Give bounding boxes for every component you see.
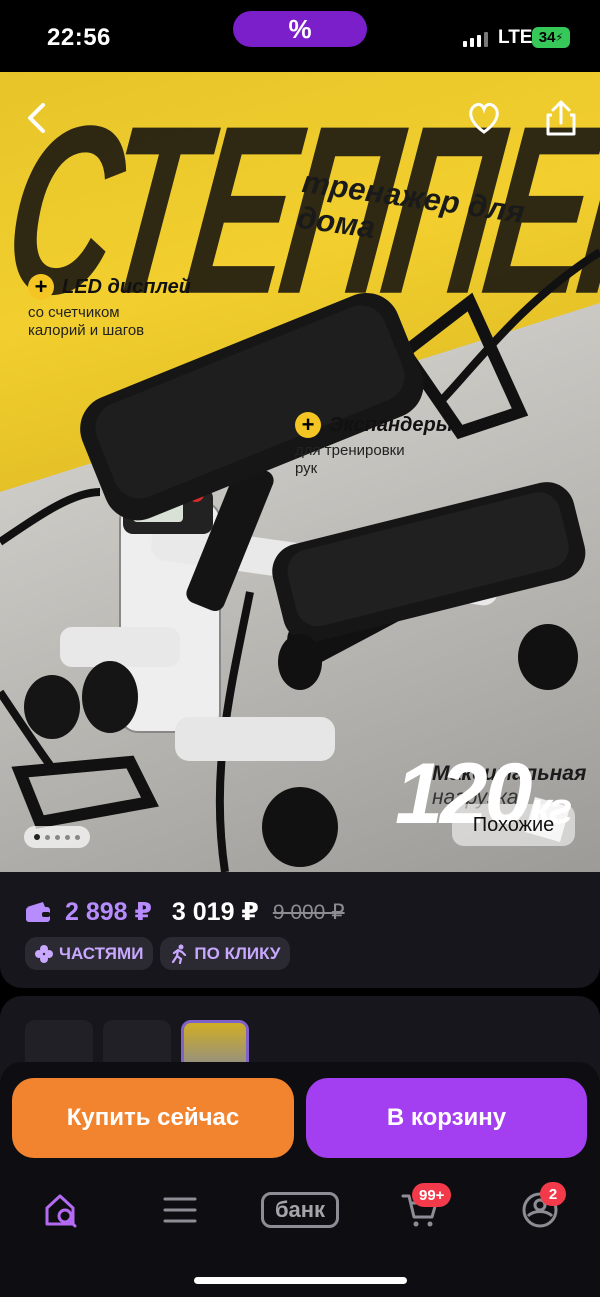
battery-icon: 34 ⚡ <box>532 27 570 48</box>
plus-icon: + <box>295 412 321 438</box>
feature-desc: для тренировки рук <box>295 442 405 477</box>
carousel-indicator <box>24 826 90 848</box>
wallet-price: 2 898 ₽ <box>65 898 152 926</box>
product-image-carousel[interactable]: СТЕППЕР тренажер для дома + LED дисплей … <box>0 72 600 872</box>
signal-icon <box>463 31 488 47</box>
old-price: 9 000 ₽ <box>272 900 345 924</box>
favorite-button[interactable] <box>460 94 508 142</box>
profile-count-badge: 2 <box>540 1182 566 1206</box>
add-to-cart-button[interactable]: В корзину <box>306 1078 587 1158</box>
price-row: 2 898 ₽ 3 019 ₽ 9 000 ₽ <box>25 897 345 927</box>
flower-icon <box>35 944 53 963</box>
current-price: 3 019 ₽ <box>171 898 259 926</box>
tab-bank[interactable]: банк <box>261 1192 339 1228</box>
home-search-icon <box>45 1194 77 1228</box>
running-person-icon <box>172 944 187 964</box>
share-button[interactable] <box>537 94 585 142</box>
menu-icon <box>163 1197 197 1223</box>
status-bar: 22:56 % LTE 34 ⚡ <box>0 0 600 72</box>
clock: 22:56 <box>47 24 111 51</box>
cart-count-badge: 99+ <box>412 1183 452 1207</box>
promo-pill[interactable]: % <box>233 11 367 47</box>
similar-button[interactable]: Похожие <box>452 804 575 846</box>
installments-badge[interactable]: ЧАСТЯМИ <box>25 937 154 970</box>
feature-title: Экспандеры <box>329 413 453 436</box>
home-indicator[interactable] <box>194 1277 407 1284</box>
tab-home[interactable] <box>40 1188 84 1232</box>
buy-now-button[interactable]: Купить сейчас <box>12 1078 294 1158</box>
heart-icon <box>469 102 499 134</box>
network-label: LTE <box>498 27 533 48</box>
plus-icon: + <box>28 274 54 300</box>
feature-expanders: + Экспандеры для тренировки рук <box>295 412 495 478</box>
chevron-left-icon <box>28 103 45 133</box>
feature-desc: со счетчиком калорий и шагов <box>28 304 145 339</box>
tab-catalog[interactable] <box>158 1188 202 1232</box>
wallet-icon <box>26 902 50 922</box>
price-card <box>0 872 600 988</box>
one-click-badge[interactable]: ПО КЛИКУ <box>160 937 291 970</box>
share-icon <box>546 100 576 136</box>
payment-badges: ЧАСТЯМИ ПО КЛИКУ <box>25 937 291 970</box>
feature-led-display: + LED дисплей со счетчиком калорий и шаг… <box>28 274 228 340</box>
feature-title: LED дисплей <box>62 275 191 298</box>
back-button[interactable] <box>14 94 62 142</box>
